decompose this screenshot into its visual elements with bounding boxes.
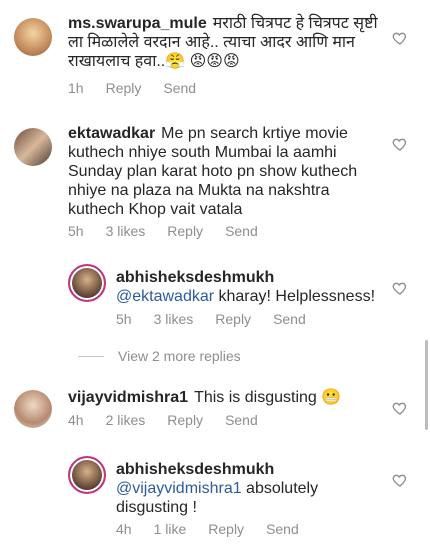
comment-meta: 1h Reply Send [68, 80, 218, 96]
avatar[interactable] [14, 390, 52, 428]
comment-time: 5h [68, 223, 84, 239]
avatar[interactable] [14, 128, 52, 166]
likes-count[interactable]: 2 likes [106, 412, 146, 428]
comment-username[interactable]: abhisheksdeshmukh [116, 460, 346, 479]
avatar[interactable] [14, 18, 52, 56]
comment-meta: 4h 2 likes Reply Send [68, 412, 280, 428]
reply-button[interactable]: Reply [208, 521, 244, 537]
comment-time: 4h [68, 412, 84, 428]
avatar[interactable] [68, 264, 106, 302]
view-more-replies-button[interactable]: View 2 more replies [78, 348, 241, 364]
comment-text: ektawadkar Me pn search krtiye movie kuth… [68, 124, 368, 219]
comment-meta: 5h 3 likes Reply Send [68, 223, 280, 239]
send-button[interactable]: Send [225, 412, 258, 428]
send-button[interactable]: Send [273, 311, 306, 327]
comment-username[interactable]: vijayvidmishra1 [68, 389, 188, 406]
comment-time: 1h [68, 80, 84, 96]
reply-button[interactable]: Reply [167, 412, 203, 428]
scrollbar[interactable] [425, 340, 428, 430]
mention-link[interactable]: @vijayvidmishra1 [116, 480, 242, 497]
heart-icon[interactable] [392, 472, 408, 488]
comment-time: 4h [116, 521, 132, 537]
comment-username[interactable]: abhisheksdeshmukh [116, 268, 386, 287]
heart-icon[interactable] [392, 280, 408, 296]
heart-icon[interactable] [392, 30, 408, 46]
reply-button[interactable]: Reply [106, 80, 142, 96]
reply-button[interactable]: Reply [167, 223, 203, 239]
comment-text: vijayvidmishra1 This is disgusting 😬 [68, 388, 388, 407]
heart-icon[interactable] [392, 136, 408, 152]
send-button[interactable]: Send [163, 80, 196, 96]
avatar[interactable] [68, 456, 106, 494]
divider [78, 355, 104, 357]
comment-username[interactable]: ms.swarupa_mule [68, 15, 207, 32]
comment-text: abhisheksdeshmukh @vijayvidmishra1 absolu… [116, 460, 346, 517]
likes-count[interactable]: 3 likes [154, 311, 194, 327]
view-more-label: View 2 more replies [118, 348, 241, 364]
comment-text: abhisheksdeshmukh @ektawadkar kharay! Hel… [116, 268, 386, 306]
likes-count[interactable]: 1 like [154, 521, 187, 537]
heart-icon[interactable] [392, 400, 408, 416]
comment-body: This is disgusting 😬 [194, 389, 342, 406]
comment-text: ms.swarupa_mule मराठी चित्रपट हे चित्रपट … [68, 14, 388, 71]
comment-body: kharay! Helplessness! [214, 288, 376, 305]
reply-button[interactable]: Reply [215, 311, 251, 327]
send-button[interactable]: Send [225, 223, 258, 239]
send-button[interactable]: Send [266, 521, 299, 537]
likes-count[interactable]: 3 likes [106, 223, 146, 239]
comment-meta: 5h 3 likes Reply Send [116, 311, 328, 327]
comment-time: 5h [116, 311, 132, 327]
comment-username[interactable]: ektawadkar [68, 125, 155, 142]
comment-meta: 4h 1 like Reply Send [116, 521, 321, 537]
mention-link[interactable]: @ektawadkar [116, 288, 214, 305]
